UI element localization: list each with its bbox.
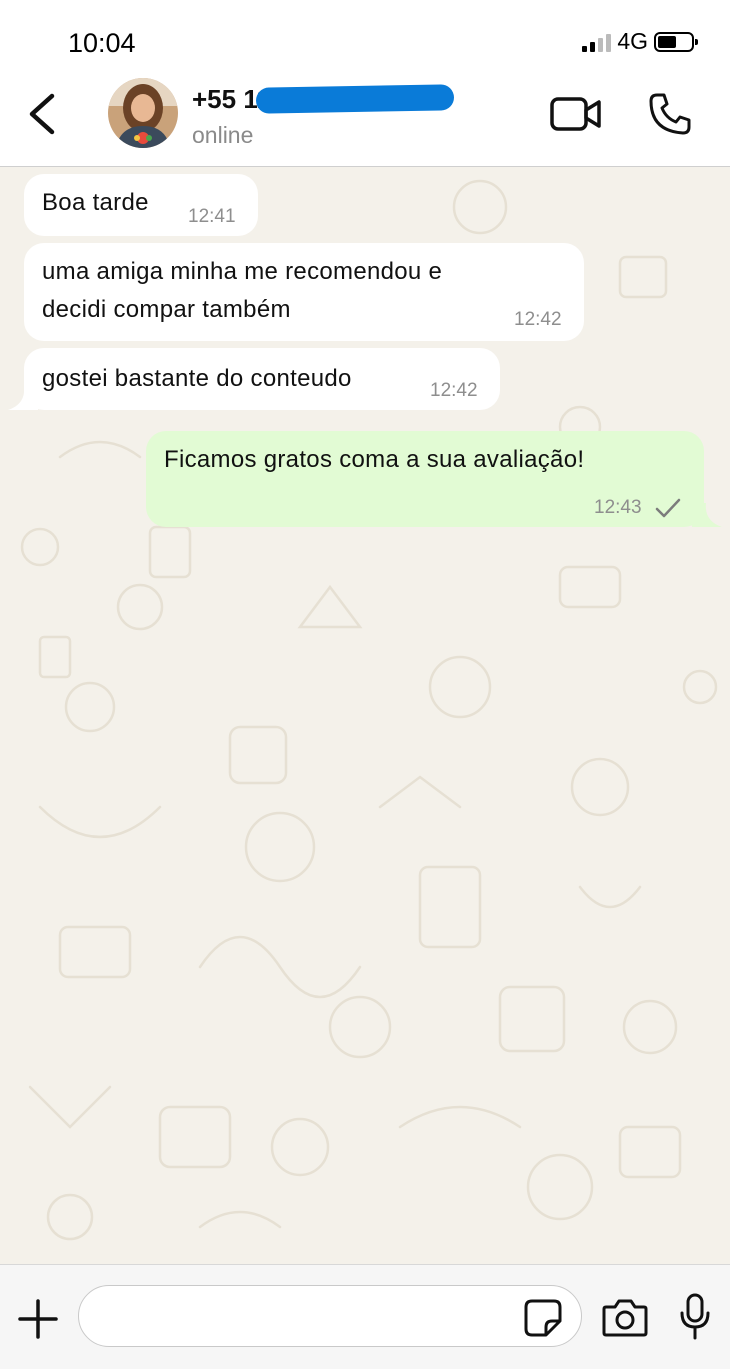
bubble-tail: [8, 386, 38, 410]
message-text: Ficamos gratos coma a sua avaliação!: [164, 446, 585, 473]
signal-icon: [582, 32, 612, 52]
message-input[interactable]: [78, 1285, 582, 1347]
message-time: 12:41: [188, 206, 236, 227]
message-time: 12:42: [430, 380, 478, 401]
avatar[interactable]: [108, 78, 178, 148]
sticker-icon[interactable]: [524, 1299, 562, 1337]
message-text: uma amiga minha me recomendou e: [42, 258, 443, 285]
message-time: 12:42: [514, 309, 562, 330]
message-text: decidi compar também: [42, 296, 291, 323]
message-bubble-incoming[interactable]: Boa tarde 12:41: [24, 174, 258, 236]
plus-icon[interactable]: [18, 1299, 58, 1339]
bubble-tail: [692, 503, 722, 527]
message-bubble-incoming[interactable]: gostei bastante do conteudo 12:42: [8, 348, 500, 410]
status-indicators: 4G: [582, 28, 698, 55]
redaction-mark: [255, 84, 455, 114]
back-chevron-icon[interactable]: [22, 92, 62, 136]
chat-header: +55 11 online: [0, 78, 730, 167]
camera-icon[interactable]: [602, 1297, 648, 1337]
message-text: gostei bastante do conteudo: [42, 365, 352, 392]
single-check-icon: [655, 498, 681, 518]
battery-icon: [654, 31, 698, 52]
chat-area[interactable]: Boa tarde 12:41 uma amiga minha me recom…: [0, 167, 730, 1264]
status-time: 10:04: [68, 28, 136, 58]
video-call-icon[interactable]: [550, 96, 602, 132]
presence-status: online: [192, 122, 254, 148]
message-time: 12:43: [594, 497, 642, 518]
phone-call-icon[interactable]: [648, 92, 692, 136]
network-type: 4G: [617, 28, 648, 54]
message-text: Boa tarde: [42, 189, 149, 216]
message-bubble-incoming[interactable]: uma amiga minha me recomendou e decidi c…: [24, 243, 584, 341]
message-bubble-outgoing[interactable]: Ficamos gratos coma a sua avaliação! 12:…: [146, 431, 722, 527]
composer-bar: [0, 1264, 730, 1369]
microphone-icon[interactable]: [678, 1293, 712, 1341]
status-bar: 10:04 4G: [0, 0, 730, 78]
